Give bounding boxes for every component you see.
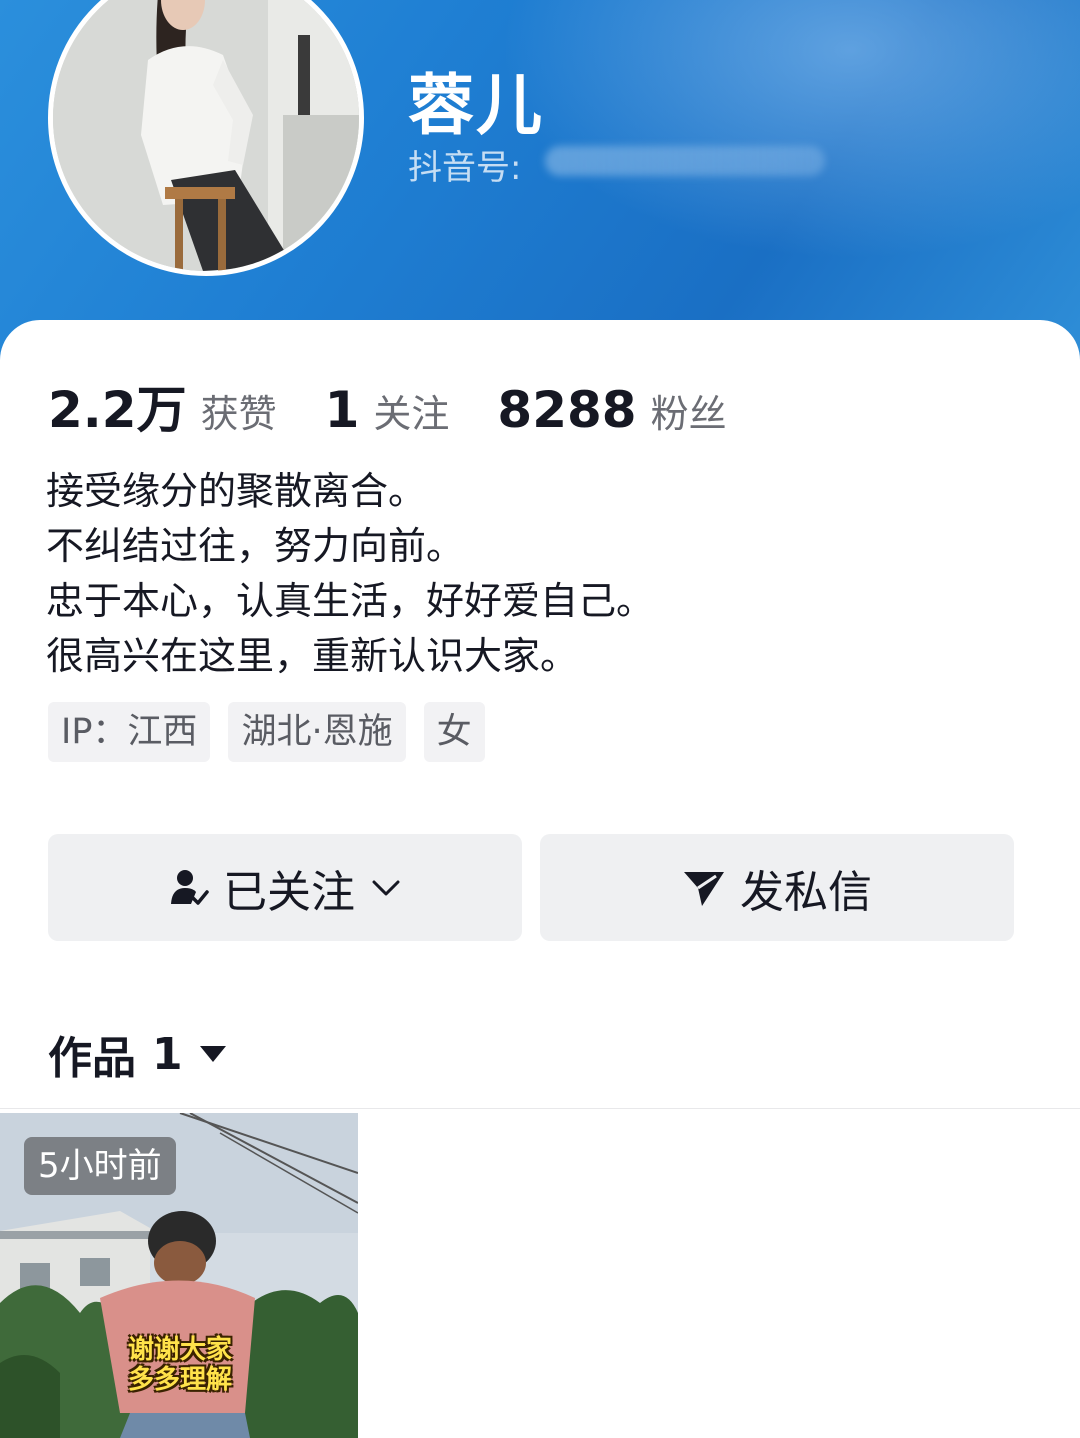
message-button[interactable]: 发私信 [540, 834, 1014, 941]
bio-line: 不纠结过往，努力向前。 [46, 524, 465, 568]
bio: 接受缘分的聚散离合。 不纠结过往，努力向前。 忠于本心，认真生活，好好爱自己。 … [46, 464, 1026, 684]
stat-likes-value: 2.2万 [48, 381, 187, 439]
stat-followers[interactable]: 8288 粉丝 [497, 381, 726, 439]
header-glow [500, 0, 1080, 260]
works-count: 1 [152, 1028, 183, 1080]
douyin-id-label: 抖音号: [408, 148, 522, 188]
bio-line: 忠于本心，认真生活，好好爱自己。 [46, 579, 655, 623]
tag-location: 湖北·恩施 [228, 702, 406, 762]
video-caption-line: 多多理解 [127, 1365, 232, 1395]
username: 蓉儿 [408, 67, 544, 144]
stat-likes[interactable]: 2.2万 获赞 [48, 370, 277, 442]
douyin-id-redacted [545, 146, 825, 176]
following-button[interactable]: 已关注 [48, 834, 522, 941]
stat-followers-value: 8288 [497, 381, 637, 439]
works-label: 作品 [48, 1033, 136, 1084]
caret-down-icon [199, 1044, 227, 1064]
bio-line: 很高兴在这里，重新认识大家。 [46, 634, 579, 678]
message-button-label: 发私信 [740, 866, 872, 918]
tag-gender: 女 [423, 702, 485, 762]
video-thumbnail[interactable]: 5小时前 谢谢大家 多多理解 [0, 1113, 358, 1438]
stat-following-value: 1 [324, 381, 360, 439]
tag-ip-location: IP：江西 [48, 702, 211, 762]
avatar-image [53, 0, 359, 271]
chevron-down-icon [371, 878, 401, 898]
stat-following[interactable]: 1 关注 [325, 381, 450, 439]
send-icon [682, 868, 726, 908]
stat-likes-label: 获赞 [200, 392, 277, 436]
bio-line: 接受缘分的聚散离合。 [46, 469, 427, 513]
stat-following-label: 关注 [373, 392, 450, 436]
following-button-label: 已关注 [223, 866, 355, 918]
video-caption-line: 谢谢大家 [127, 1335, 232, 1365]
stat-followers-label: 粉丝 [650, 392, 727, 436]
video-caption: 谢谢大家 多多理解 [120, 1335, 240, 1395]
divider [0, 1108, 1080, 1109]
video-time-badge: 5小时前 [24, 1137, 176, 1195]
person-check-icon [169, 868, 209, 908]
works-tab[interactable]: 作品 1 [48, 1022, 227, 1086]
profile-tags: IP：江西 湖北·恩施 女 [48, 702, 503, 762]
stats-bar: 2.2万 获赞 1 关注 8288 粉丝 [48, 370, 727, 442]
